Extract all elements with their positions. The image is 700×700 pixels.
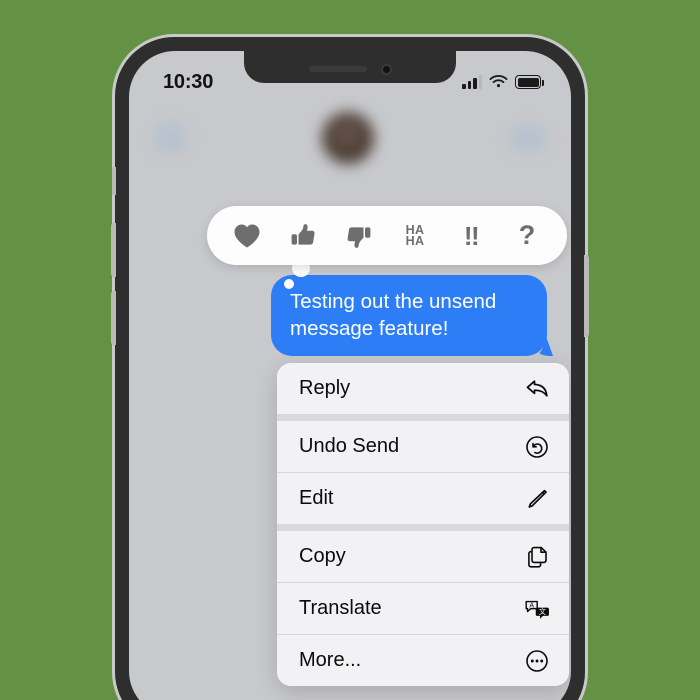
volume-up-button[interactable]: [111, 223, 116, 277]
power-button[interactable]: [584, 255, 589, 337]
reply-arrow-icon: [524, 376, 550, 402]
menu-item-more-label: More...: [299, 649, 362, 671]
svg-text:A: A: [529, 602, 534, 609]
menu-item-edit-label: Edit: [299, 487, 334, 509]
speaker-grill-icon: [308, 66, 367, 72]
svg-text:文: 文: [539, 607, 546, 616]
phone-screen: 10:30 HA HA !! ? Testing out the unsend …: [129, 51, 571, 700]
menu-item-translate[interactable]: Translate A 文: [277, 583, 569, 634]
undo-circle-icon: [524, 434, 550, 460]
message-bubble[interactable]: Testing out the unsend message feature!: [271, 275, 547, 356]
reaction-haha-line2: HA: [405, 233, 425, 248]
reaction-thumbs-down-icon[interactable]: [340, 217, 378, 255]
reaction-exclamation-icon[interactable]: !!: [452, 217, 490, 255]
status-icons: [462, 75, 544, 89]
menu-item-undo-send-label: Undo Send: [299, 435, 400, 457]
message-context-menu[interactable]: Reply Undo Send Edit Copy Translate A 文 …: [277, 363, 569, 686]
video-call-icon[interactable]: [511, 125, 545, 151]
reaction-haha-icon[interactable]: HA HA: [396, 217, 434, 255]
menu-item-undo-send[interactable]: Undo Send: [277, 421, 569, 472]
menu-item-copy-label: Copy: [299, 545, 346, 567]
contact-avatar[interactable]: [322, 112, 374, 164]
notch: [244, 51, 456, 83]
phone-bezel: 10:30 HA HA !! ? Testing out the unsend …: [111, 37, 589, 700]
menu-item-edit[interactable]: Edit: [277, 473, 569, 524]
pencil-icon: [524, 486, 550, 512]
copy-documents-icon: [524, 544, 550, 570]
menu-group-separator: [277, 524, 569, 531]
conversation-nav-bar: [129, 99, 571, 177]
reaction-tail-dot-small: [284, 279, 294, 289]
menu-item-more[interactable]: More...: [277, 635, 569, 686]
battery-icon: [515, 75, 544, 89]
message-text: Testing out the unsend message feature!: [290, 290, 497, 340]
status-time: 10:30: [163, 70, 214, 93]
menu-item-reply-label: Reply: [299, 377, 351, 399]
ellipsis-circle-icon: [524, 648, 550, 674]
silence-switch[interactable]: [112, 167, 116, 195]
reaction-question-icon[interactable]: ?: [508, 217, 546, 255]
phone-frame: 10:30 HA HA !! ? Testing out the unsend …: [111, 34, 589, 700]
tapback-reaction-bar[interactable]: HA HA !! ?: [207, 206, 567, 265]
volume-down-button[interactable]: [111, 291, 116, 345]
reaction-heart-icon[interactable]: [228, 217, 266, 255]
menu-group-separator: [277, 414, 569, 421]
back-chevron-icon[interactable]: [155, 123, 185, 153]
wifi-icon: [489, 75, 508, 89]
menu-item-reply[interactable]: Reply: [277, 363, 569, 414]
menu-item-copy[interactable]: Copy: [277, 531, 569, 582]
cellular-signal-icon: [462, 75, 482, 89]
translate-icon: A 文: [524, 596, 550, 622]
menu-item-translate-label: Translate: [299, 597, 382, 619]
front-camera-icon: [380, 63, 392, 75]
reaction-thumbs-up-icon[interactable]: [284, 217, 322, 255]
